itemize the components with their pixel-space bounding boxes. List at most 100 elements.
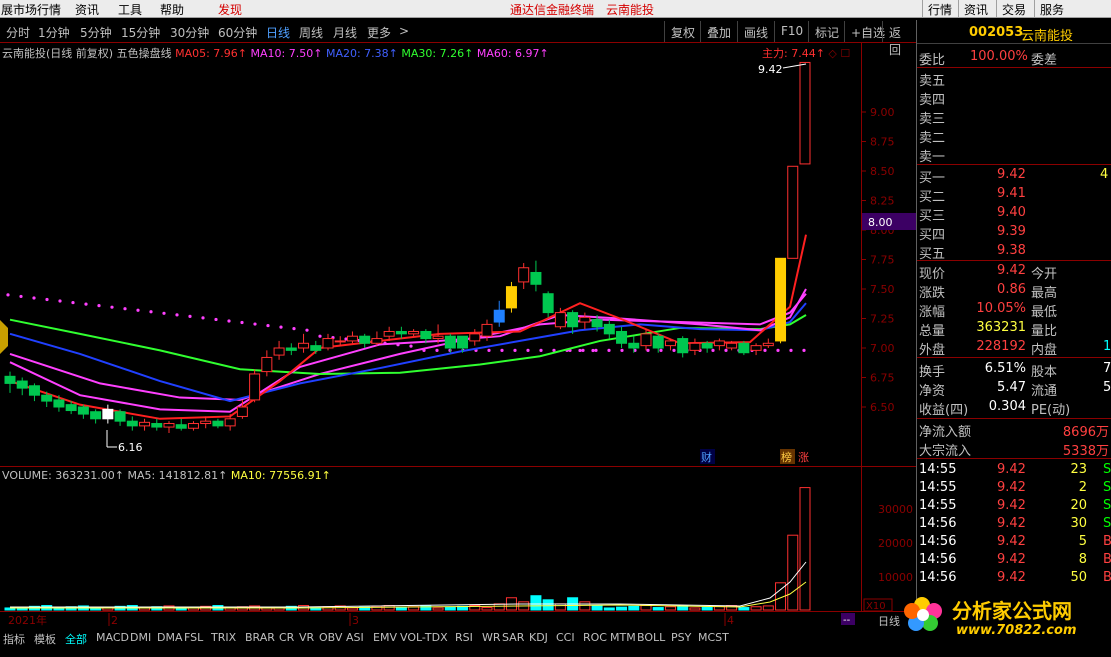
volume-bar[interactable] bbox=[616, 606, 628, 611]
indicator-tab[interactable]: DMI bbox=[130, 631, 151, 644]
draw-line-button[interactable]: 画线 bbox=[737, 21, 774, 42]
candle-body[interactable] bbox=[114, 411, 126, 422]
candle-body[interactable] bbox=[175, 424, 187, 429]
top-quote-button[interactable]: 行情 bbox=[922, 0, 957, 17]
quote-stat-row[interactable]: 涨幅 10.05% 最低 bbox=[917, 300, 1111, 320]
candle-body[interactable] bbox=[187, 423, 199, 429]
volume-bar[interactable] bbox=[432, 607, 444, 611]
candle-body[interactable] bbox=[787, 165, 799, 259]
adjust-button[interactable]: 复权 bbox=[664, 21, 701, 42]
limit-up-event-text[interactable]: 涨 bbox=[798, 451, 809, 464]
candle-body[interactable] bbox=[249, 373, 261, 401]
buy-level-row[interactable]: 买五 9.38 bbox=[917, 242, 1111, 262]
indicator-tab[interactable]: CCI bbox=[556, 631, 575, 644]
candle-body[interactable] bbox=[139, 421, 151, 427]
buy-level-row[interactable]: 买四 9.39 bbox=[917, 223, 1111, 243]
sell-level-row[interactable]: 卖五 bbox=[917, 69, 1111, 89]
menu-help[interactable]: 帮助 bbox=[160, 1, 184, 18]
period-tab-30min[interactable]: 30分钟 bbox=[170, 24, 209, 41]
volume-bar[interactable] bbox=[750, 606, 762, 611]
volume-bar[interactable] bbox=[579, 601, 591, 611]
indicator-tab[interactable]: TRIX bbox=[211, 631, 236, 644]
flow-row[interactable]: 净流入额 8696万 bbox=[917, 420, 1111, 440]
sell-level-row[interactable]: 卖二 bbox=[917, 126, 1111, 146]
tick-row[interactable]: 14:56 9.42 8 B bbox=[917, 551, 1111, 570]
period-tab-15min[interactable]: 15分钟 bbox=[121, 24, 160, 41]
indicator-tab[interactable]: MCST bbox=[698, 631, 729, 644]
candle-body[interactable] bbox=[420, 330, 432, 340]
candle-body[interactable] bbox=[77, 406, 89, 415]
candle-body[interactable] bbox=[567, 312, 579, 328]
indicator-tab[interactable]: SAR bbox=[502, 631, 524, 644]
volume-bar[interactable] bbox=[346, 607, 358, 611]
candle-body[interactable] bbox=[310, 345, 322, 351]
indicator-tab[interactable]: 全部 bbox=[65, 631, 87, 647]
candle-body[interactable] bbox=[603, 323, 615, 335]
candle-body[interactable] bbox=[298, 342, 310, 349]
candle-body[interactable] bbox=[285, 347, 297, 351]
tick-row[interactable]: 14:56 9.42 30 S bbox=[917, 515, 1111, 534]
menu-found[interactable]: 发现 bbox=[218, 1, 242, 18]
candle-body[interactable] bbox=[224, 418, 236, 427]
flow-row[interactable]: 大宗流入 5338万 bbox=[917, 439, 1111, 459]
candle-body[interactable] bbox=[41, 394, 53, 402]
volume-bar[interactable] bbox=[530, 595, 542, 611]
menu-market[interactable]: 展市场行情 bbox=[1, 1, 61, 18]
mark-button[interactable]: 标记 bbox=[808, 21, 845, 42]
volume-bar[interactable] bbox=[664, 606, 676, 611]
candle-body[interactable] bbox=[762, 342, 774, 347]
candle-body[interactable] bbox=[689, 342, 701, 351]
quote-stat-row[interactable]: 外盘 228192 内盘 1 bbox=[917, 338, 1111, 358]
candle-body[interactable] bbox=[212, 420, 224, 427]
candle-body[interactable] bbox=[126, 420, 138, 427]
candle-body[interactable] bbox=[359, 335, 371, 344]
candle-body[interactable] bbox=[4, 375, 16, 384]
kline-chart[interactable]: 9.00 8.75 8.50 8.25 8.00 7.75 7.50 7.25 7.00 6.75… bbox=[0, 42, 916, 626]
candle-body[interactable] bbox=[200, 420, 212, 425]
logo-url[interactable]: www.70822.com bbox=[956, 623, 1077, 638]
volume-bar[interactable] bbox=[395, 607, 407, 611]
candle-body[interactable] bbox=[713, 340, 725, 347]
menu-tools[interactable]: 工具 bbox=[118, 1, 142, 18]
back-button[interactable]: 返回 bbox=[882, 21, 916, 57]
candle-body[interactable] bbox=[371, 338, 383, 344]
volume-bar[interactable] bbox=[628, 605, 640, 611]
sell-level-row[interactable]: 卖四 bbox=[917, 88, 1111, 108]
volume-bar[interactable] bbox=[481, 607, 493, 611]
indicator-tab[interactable]: 指标 bbox=[3, 631, 25, 647]
candle-body[interactable] bbox=[28, 385, 40, 396]
volume-bar[interactable] bbox=[799, 487, 811, 611]
f10-button[interactable]: F10 bbox=[774, 21, 809, 42]
buy-level-row[interactable]: 买一 9.42 4 bbox=[917, 166, 1111, 186]
candle-body[interactable] bbox=[775, 257, 787, 342]
volume-bar[interactable] bbox=[762, 605, 774, 611]
sell-level-row[interactable]: 卖三 bbox=[917, 107, 1111, 127]
volume-bar[interactable] bbox=[701, 606, 713, 611]
volume-bar[interactable] bbox=[689, 607, 701, 611]
menu-news[interactable]: 资讯 bbox=[75, 1, 99, 18]
candle-body[interactable] bbox=[750, 345, 762, 351]
chevron-right-icon[interactable]: > bbox=[399, 24, 409, 38]
candle-body[interactable] bbox=[90, 411, 102, 420]
candle-body[interactable] bbox=[701, 342, 713, 349]
candle-body[interactable] bbox=[334, 340, 346, 343]
period-tab-more[interactable]: 更多 bbox=[367, 24, 391, 41]
volume-bar[interactable] bbox=[444, 606, 456, 611]
indicator-tab[interactable]: MTM bbox=[610, 631, 636, 644]
candle-body[interactable] bbox=[726, 342, 738, 349]
period-tab-month[interactable]: 月线 bbox=[333, 24, 357, 41]
indicator-tab[interactable]: PSY bbox=[671, 631, 691, 644]
tick-row[interactable]: 14:55 9.42 23 S bbox=[917, 461, 1111, 480]
indicator-tab[interactable]: BRAR bbox=[245, 631, 275, 644]
candle-body[interactable] bbox=[457, 335, 469, 349]
candle-body[interactable] bbox=[554, 312, 566, 328]
candle-body[interactable] bbox=[481, 323, 493, 337]
candle-body[interactable] bbox=[236, 406, 248, 417]
quote-stat2-row[interactable]: 换手 6.51% 股本 7 bbox=[917, 360, 1111, 380]
overlay-button[interactable]: 叠加 bbox=[700, 21, 737, 42]
indicator-tab[interactable]: DMA bbox=[157, 631, 183, 644]
candle-body[interactable] bbox=[579, 316, 591, 323]
candle-body[interactable] bbox=[518, 267, 530, 283]
volume-bar[interactable] bbox=[652, 607, 664, 611]
period-tab-60min[interactable]: 60分钟 bbox=[218, 24, 257, 41]
